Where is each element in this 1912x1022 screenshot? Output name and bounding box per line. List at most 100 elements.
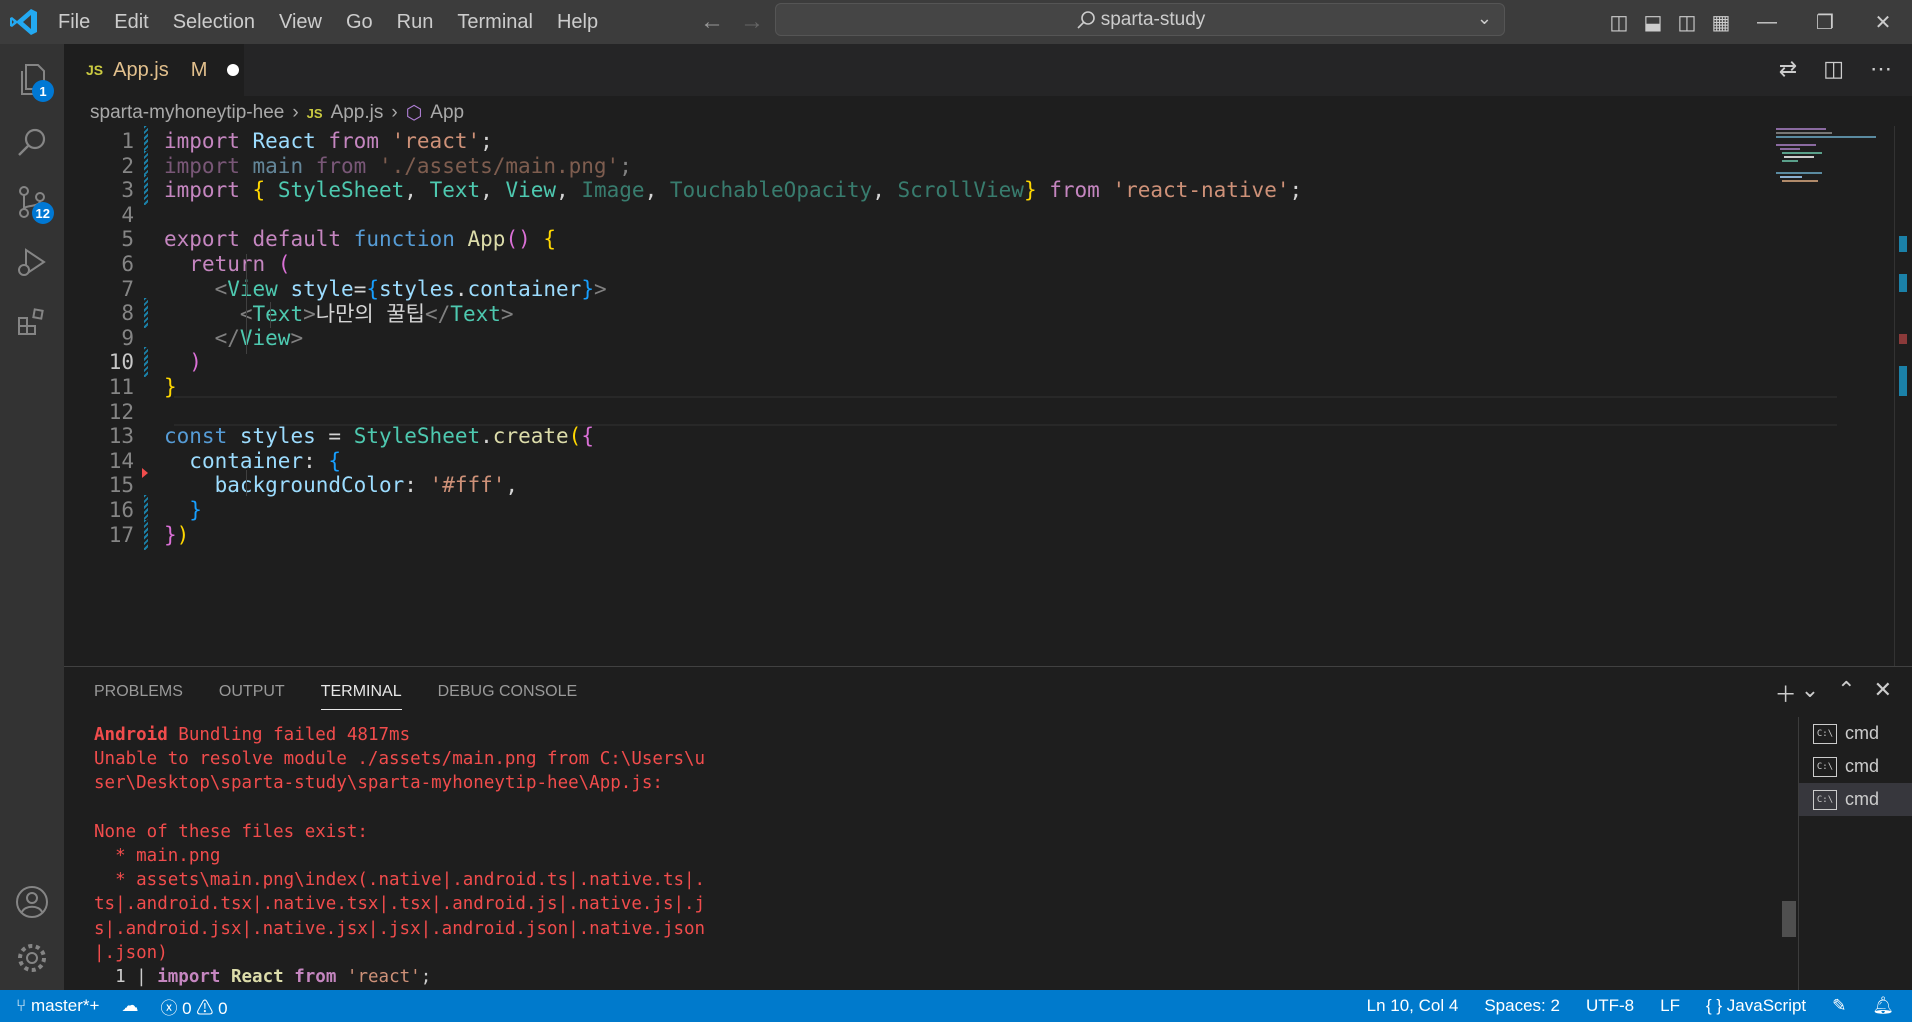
menu-help[interactable]: Help: [545, 0, 610, 44]
indentation[interactable]: Spaces: 2: [1484, 996, 1560, 1016]
split-editor-icon[interactable]: ◫: [1823, 56, 1844, 82]
code-text: import main from './assets/main.png';: [164, 153, 632, 178]
close-icon[interactable]: ✕: [1854, 10, 1912, 35]
end-of-line[interactable]: LF: [1660, 996, 1680, 1016]
terminal-snippet-keyword: from: [294, 967, 337, 988]
braces-icon: { }: [1705, 996, 1723, 1015]
menu-go[interactable]: Go: [334, 0, 385, 44]
menu-file[interactable]: File: [46, 0, 102, 44]
status-left: ⑂ master*+ ☁ ⓧ 0 ⚠ 0: [16, 994, 228, 1019]
terminal-scrollbar-thumb[interactable]: [1782, 901, 1796, 937]
tab-debug-console[interactable]: DEBUG CONSOLE: [438, 683, 578, 710]
source-control-button[interactable]: 12: [8, 178, 56, 226]
explorer-button[interactable]: 1: [8, 56, 56, 104]
terminal-line: ts|.android.tsx|.native.tsx|.tsx|.androi…: [94, 894, 706, 915]
vscode-logo-icon: [10, 9, 37, 35]
code-text: </View>: [214, 325, 304, 350]
terminal-output[interactable]: Android Bundling failed 4817ms Unable to…: [94, 723, 1524, 991]
terminal-instance-label: cmd: [1845, 789, 1880, 809]
accounts-button[interactable]: [8, 878, 56, 926]
restore-icon[interactable]: ❐: [1796, 10, 1854, 35]
line-number: 3: [121, 178, 134, 203]
toggle-primary-sidebar-icon[interactable]: ◫: [1602, 10, 1636, 35]
more-actions-icon[interactable]: ⋯: [1870, 56, 1892, 82]
code-editor[interactable]: 1 import React from 'react'; 2 import ma…: [64, 126, 1912, 666]
cmd-terminal-icon: C:\: [1813, 723, 1837, 744]
unsaved-dot-icon[interactable]: [227, 64, 240, 76]
line-number: 4: [121, 202, 134, 227]
extensions-button[interactable]: [8, 298, 56, 346]
tab-output[interactable]: OUTPUT: [219, 683, 285, 710]
menu-view[interactable]: View: [267, 0, 334, 44]
error-marker: [1899, 334, 1907, 344]
toggle-panel-icon[interactable]: ⬓: [1636, 10, 1670, 35]
menu-selection[interactable]: Selection: [161, 0, 267, 44]
command-center-label: sparta-study: [1100, 8, 1206, 30]
tab-label: App.js: [113, 58, 169, 81]
manage-button[interactable]: [8, 934, 56, 982]
code-text: export default function App() {: [164, 227, 557, 252]
menu-run[interactable]: Run: [385, 0, 446, 44]
cursor-position[interactable]: Ln 10, Col 4: [1367, 996, 1459, 1016]
tab-problems[interactable]: PROBLEMS: [94, 683, 183, 710]
indent-guide: [270, 302, 271, 328]
tab-app-js[interactable]: JS App.js M: [64, 44, 244, 96]
maximize-panel-chevron-up-icon[interactable]: ⌃: [1837, 677, 1855, 709]
command-center-search[interactable]: sparta-study ⌄: [775, 3, 1505, 36]
branch-label: master*+: [30, 996, 100, 1015]
run-debug-button[interactable]: [8, 238, 56, 286]
code-text: import { StyleSheet, Text, View, Image, …: [164, 178, 1303, 203]
status-right: Ln 10, Col 4 Spaces: 2 UTF-8 LF { } Java…: [1367, 996, 1894, 1016]
language-mode[interactable]: { } JavaScript: [1706, 996, 1806, 1016]
minimap[interactable]: [1772, 126, 1894, 666]
panel-tabs: PROBLEMS OUTPUT TERMINAL DEBUG CONSOLE: [94, 683, 577, 710]
bottom-panel: PROBLEMS OUTPUT TERMINAL DEBUG CONSOLE ＋…: [64, 666, 1912, 991]
code-text: backgroundColor: '#fff',: [214, 473, 519, 498]
line-number: 17: [108, 522, 134, 547]
forward-arrow-icon[interactable]: →: [740, 8, 764, 36]
terminal-snippet-keyword: import: [157, 967, 221, 988]
problems-status[interactable]: ⓧ 0 ⚠ 0: [160, 994, 227, 1019]
search-icon: [18, 128, 46, 156]
code-text: <View style={styles.container}>: [214, 276, 607, 301]
minimize-icon[interactable]: —: [1738, 11, 1796, 34]
branch-status[interactable]: ⑂ master*+: [16, 996, 99, 1016]
new-terminal-plus-icon[interactable]: ＋: [1775, 677, 1797, 709]
editor-scrollbar[interactable]: [1894, 126, 1912, 666]
chevron-down-icon[interactable]: ⌄: [1477, 8, 1492, 29]
encoding[interactable]: UTF-8: [1586, 996, 1634, 1016]
line-number: 10: [108, 350, 134, 375]
tab-terminal[interactable]: TERMINAL: [320, 683, 402, 710]
terminal-instance[interactable]: C:\ cmd: [1799, 783, 1912, 816]
chevron-down-icon[interactable]: ⌄: [1801, 677, 1819, 709]
breadcrumb-file[interactable]: App.js: [331, 102, 384, 124]
notifications-bell-icon[interactable]: 🔔︎: [1872, 996, 1894, 1016]
breadcrumb: sparta-myhoneytip-hee › JS App.js › ⬡ Ap…: [90, 100, 464, 126]
menu-terminal[interactable]: Terminal: [445, 0, 545, 44]
toggle-secondary-sidebar-icon[interactable]: ◫: [1670, 10, 1704, 35]
code-text: import React from 'react';: [164, 129, 493, 153]
code-text: ): [189, 350, 202, 375]
line-number: 14: [108, 448, 134, 473]
indent-guide: [246, 254, 247, 354]
breadcrumb-symbol[interactable]: App: [430, 102, 464, 124]
terminal-line: s|.android.jsx|.native.jsx|.jsx|.android…: [94, 918, 706, 939]
close-panel-icon[interactable]: ✕: [1874, 677, 1892, 709]
sync-cloud-icon[interactable]: ☁: [121, 996, 138, 1016]
gear-icon: [18, 944, 46, 972]
terminal-instance[interactable]: C:\ cmd: [1799, 750, 1912, 783]
account-icon: [16, 886, 48, 918]
breadcrumb-folder[interactable]: sparta-myhoneytip-hee: [90, 102, 284, 124]
code-line[interactable]: 17 }): [64, 519, 1774, 550]
explorer-badge: 1: [32, 80, 54, 102]
git-branch-icon: ⑂: [16, 996, 27, 1015]
terminal-instance[interactable]: C:\ cmd: [1799, 717, 1912, 750]
nav-arrows: ← →: [700, 8, 764, 36]
menu-edit[interactable]: Edit: [102, 0, 160, 44]
open-changes-icon[interactable]: ⇄: [1779, 56, 1797, 82]
customize-layout-icon[interactable]: ▦: [1704, 10, 1738, 35]
feedback-icon[interactable]: ✎: [1832, 996, 1846, 1016]
search-button[interactable]: [8, 118, 56, 166]
back-arrow-icon[interactable]: ←: [700, 8, 724, 36]
menu-bar: File Edit Selection View Go Run Terminal…: [46, 0, 610, 44]
